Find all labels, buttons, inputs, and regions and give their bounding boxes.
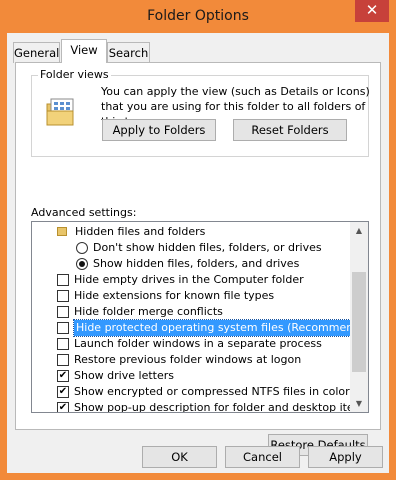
checkbox-unchecked[interactable] — [57, 354, 69, 366]
vertical-scrollbar[interactable]: ▲ ▼ — [350, 222, 368, 412]
advanced-setting-label: Hidden files and folders — [75, 225, 206, 238]
advanced-setting-label: Restore previous folder windows at logon — [74, 353, 302, 366]
close-icon: ✕ — [365, 1, 379, 19]
checkbox-unchecked[interactable] — [57, 338, 69, 350]
advanced-setting-label: Hide extensions for known file types — [74, 289, 275, 302]
checkbox-unchecked[interactable] — [57, 306, 69, 318]
advanced-setting-label: Launch folder windows in a separate proc… — [74, 337, 322, 350]
title-bar[interactable]: Folder Options ✕ — [0, 0, 396, 33]
radio-unselected[interactable] — [76, 242, 88, 254]
advanced-setting-row[interactable]: Don't show hidden files, folders, or dri… — [32, 240, 350, 256]
apply-button[interactable]: Apply — [308, 446, 383, 468]
advanced-setting-label: Show encrypted or compressed NTFS files … — [74, 385, 350, 398]
advanced-setting-row[interactable]: Hidden files and folders — [32, 224, 350, 240]
advanced-setting-row[interactable]: Hide empty drives in the Computer folder — [32, 272, 350, 288]
checkbox-unchecked[interactable] — [57, 274, 69, 286]
advanced-settings-label: Advanced settings: — [31, 206, 137, 219]
folder-views-group: Folder views You can apply the view (suc… — [31, 68, 370, 157]
advanced-setting-label: Hide folder merge conflicts — [74, 305, 223, 318]
tab-general[interactable]: General — [13, 42, 60, 63]
close-button[interactable]: ✕ — [355, 0, 389, 22]
scroll-up-icon[interactable]: ▲ — [350, 222, 368, 239]
advanced-setting-label: Hide empty drives in the Computer folder — [74, 273, 304, 286]
cancel-button[interactable]: Cancel — [225, 446, 300, 468]
radio-selected[interactable] — [76, 258, 88, 270]
checkbox-checked[interactable]: ✔ — [57, 370, 69, 382]
tab-view[interactable]: View — [61, 39, 107, 63]
advanced-setting-label: Hide protected operating system files (R… — [72, 319, 368, 337]
scroll-down-icon[interactable]: ▼ — [350, 395, 368, 412]
advanced-setting-label: Don't show hidden files, folders, or dri… — [93, 241, 322, 254]
folder-icon — [57, 227, 67, 236]
ok-button[interactable]: OK — [142, 446, 217, 468]
apply-to-folders-button[interactable]: Apply to Folders — [102, 119, 216, 141]
folder-options-window: Folder Options ✕ General View Search Fol… — [0, 0, 396, 480]
advanced-setting-row[interactable]: Hide extensions for known file types — [32, 288, 350, 304]
scroll-thumb[interactable] — [352, 272, 366, 372]
advanced-setting-row[interactable]: ✔ Show pop-up description for folder and … — [32, 400, 368, 412]
checkbox-unchecked[interactable] — [57, 322, 69, 334]
checkbox-unchecked[interactable] — [57, 290, 69, 302]
advanced-setting-row[interactable]: ✔ Show encrypted or compressed NTFS files… — [32, 384, 350, 400]
advanced-setting-row[interactable]: Hide protected operating system files (R… — [32, 319, 368, 337]
window-title: Folder Options — [147, 8, 249, 24]
folder-view-icon — [46, 98, 74, 126]
checkbox-checked[interactable]: ✔ — [57, 402, 69, 412]
advanced-setting-row[interactable]: Hide folder merge conflicts — [32, 304, 350, 320]
advanced-setting-label: Show drive letters — [74, 369, 174, 382]
advanced-setting-label: Show pop-up description for folder and d… — [74, 401, 369, 413]
folder-views-legend: Folder views — [38, 68, 111, 81]
view-tab-page: Folder views You can apply the view (suc… — [15, 62, 381, 456]
advanced-settings-list[interactable]: Hidden files and folders Don't show hidde… — [31, 221, 369, 413]
advanced-setting-row[interactable]: ✔ Show drive letters — [32, 368, 350, 384]
tab-search[interactable]: Search — [107, 42, 150, 63]
advanced-setting-row[interactable]: Launch folder windows in a separate proc… — [32, 336, 350, 352]
advanced-setting-row[interactable]: Restore previous folder windows at logon — [32, 352, 350, 368]
checkbox-checked[interactable]: ✔ — [57, 386, 69, 398]
reset-folders-button[interactable]: Reset Folders — [233, 119, 347, 141]
dialog-client-area: General View Search Folder views You can… — [7, 33, 389, 473]
advanced-setting-row[interactable]: Show hidden files, folders, and drives — [32, 256, 350, 272]
advanced-setting-label: Show hidden files, folders, and drives — [93, 257, 300, 270]
